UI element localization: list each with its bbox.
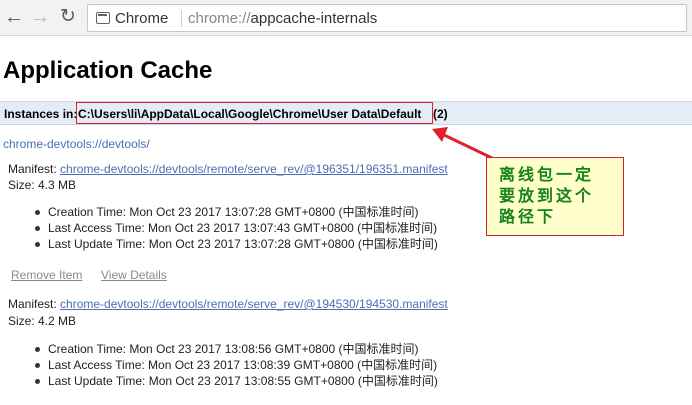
manifest-label: Manifest: (8, 297, 57, 311)
manifest-link[interactable]: chrome-devtools://devtools/remote/serve_… (60, 162, 448, 176)
url-text[interactable]: chrome://appcache-internals (188, 10, 377, 27)
manifest-line: Manifest: chrome-devtools://devtools/rem… (8, 162, 448, 176)
back-arrow-icon[interactable]: ← (3, 6, 25, 28)
manifest-link[interactable]: chrome-devtools://devtools/remote/serve_… (60, 297, 448, 311)
annotation-text: 离线包一定 要放到这个 路径下 (499, 165, 595, 226)
page-title: Application Cache (3, 57, 213, 84)
path-highlight-box (76, 102, 433, 124)
creation-time: Creation Time: Mon Oct 23 2017 13:07:28 … (35, 204, 438, 220)
last-update-time: Last Update Time: Mon Oct 23 2017 13:07:… (35, 237, 438, 251)
view-details-link[interactable]: View Details (101, 268, 167, 282)
url-scheme: chrome:// (188, 10, 251, 27)
time-list: Creation Time: Mon Oct 23 2017 13:08:56 … (35, 341, 438, 389)
reload-icon[interactable]: ↻ (57, 6, 79, 28)
page-icon (96, 12, 110, 24)
last-access-time: Last Access Time: Mon Oct 23 2017 13:07:… (35, 221, 438, 235)
time-list: Creation Time: Mon Oct 23 2017 13:07:28 … (35, 204, 438, 252)
manifest-line: Manifest: chrome-devtools://devtools/rem… (8, 297, 448, 311)
forward-arrow-icon[interactable]: → (29, 6, 51, 28)
origin-link[interactable]: chrome-devtools://devtools/ (3, 137, 150, 151)
manifest-label: Manifest: (8, 162, 57, 176)
remove-item-link[interactable]: Remove Item (11, 268, 82, 282)
site-chip: Chrome (115, 10, 169, 27)
address-bar[interactable]: Chrome chrome://appcache-internals (87, 4, 687, 32)
cache-size: Size: 4.2 MB (8, 314, 77, 328)
browser-toolbar: ← → ↻ Chrome chrome://appcache-internals (0, 0, 692, 36)
creation-time: Creation Time: Mon Oct 23 2017 13:08:56 … (35, 341, 438, 357)
omnibox-separator (181, 10, 182, 27)
last-update-time: Last Update Time: Mon Oct 23 2017 13:08:… (35, 374, 438, 388)
url-path: appcache-internals (250, 10, 378, 27)
cache-size: Size: 4.3 MB (8, 178, 77, 192)
annotation-note: 离线包一定 要放到这个 路径下 (486, 157, 624, 236)
last-access-time: Last Access Time: Mon Oct 23 2017 13:08:… (35, 358, 438, 372)
instances-label: Instances in: (4, 107, 78, 121)
